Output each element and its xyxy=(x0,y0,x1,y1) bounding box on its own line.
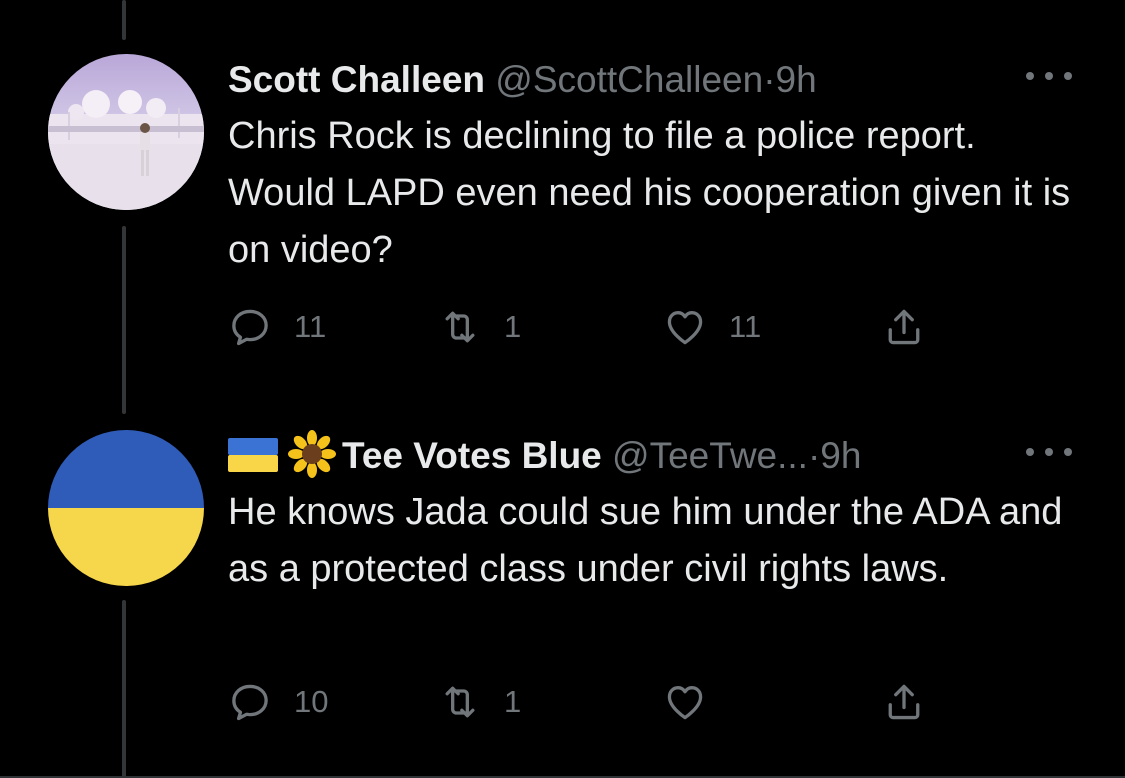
retweet-count: 1 xyxy=(504,309,522,344)
username[interactable]: @ScottChalleen xyxy=(495,59,763,100)
share-button[interactable] xyxy=(882,305,926,349)
separator-dot: · xyxy=(807,435,821,476)
like-button[interactable] xyxy=(663,680,729,724)
tweet-header: Scott Challeen @ScottChalleen·9h xyxy=(228,58,817,102)
tweet-actions: 10 1 xyxy=(228,680,948,730)
reply-count: 10 xyxy=(294,684,329,719)
heart-icon xyxy=(667,311,703,345)
like-count: 11 xyxy=(729,309,762,344)
tweet-2[interactable]: Tee Votes Blue @TeeTwe...·9h He knows Ja… xyxy=(0,390,1125,778)
reply-icon xyxy=(232,684,268,721)
username[interactable]: @TeeTwe... xyxy=(612,435,808,476)
share-icon xyxy=(888,309,920,345)
display-name[interactable]: Tee Votes Blue xyxy=(342,435,602,476)
sunflower-icon xyxy=(288,430,336,478)
more-icon[interactable] xyxy=(1026,442,1072,462)
reply-count: 11 xyxy=(294,309,327,344)
tweet-actions: 11 1 11 xyxy=(228,305,948,355)
timestamp[interactable]: 9h xyxy=(820,435,861,476)
share-icon xyxy=(888,684,920,720)
display-name[interactable]: Scott Challeen xyxy=(228,59,485,100)
retweet-button[interactable]: 1 xyxy=(438,305,521,349)
tweet-1[interactable]: Scott Challeen @ScottChalleen·9h Chris R… xyxy=(0,0,1125,390)
heart-icon xyxy=(667,686,703,720)
avatar-photo xyxy=(48,54,204,210)
retweet-count: 1 xyxy=(504,684,522,719)
reply-button[interactable]: 10 xyxy=(228,680,328,724)
tweet-header: Tee Votes Blue @TeeTwe...·9h xyxy=(228,430,861,478)
like-button[interactable]: 11 xyxy=(663,305,761,349)
reply-icon xyxy=(232,309,268,346)
retweet-icon xyxy=(445,686,475,718)
reply-button[interactable]: 11 xyxy=(228,305,326,349)
ukraine-flag-avatar xyxy=(48,430,204,586)
tweet-text: Chris Rock is declining to file a police… xyxy=(228,115,1071,271)
retweet-icon xyxy=(445,311,475,343)
retweet-button[interactable]: 1 xyxy=(438,680,521,724)
avatar-tee[interactable] xyxy=(48,430,204,586)
ukraine-flag-icon xyxy=(228,438,278,472)
avatar-scott[interactable] xyxy=(48,54,204,210)
tweet-text: He knows Jada could sue him under the AD… xyxy=(228,491,1063,590)
timestamp[interactable]: 9h xyxy=(776,59,817,100)
more-icon[interactable] xyxy=(1026,66,1072,86)
share-button[interactable] xyxy=(882,680,926,724)
separator-dot: · xyxy=(763,59,776,100)
